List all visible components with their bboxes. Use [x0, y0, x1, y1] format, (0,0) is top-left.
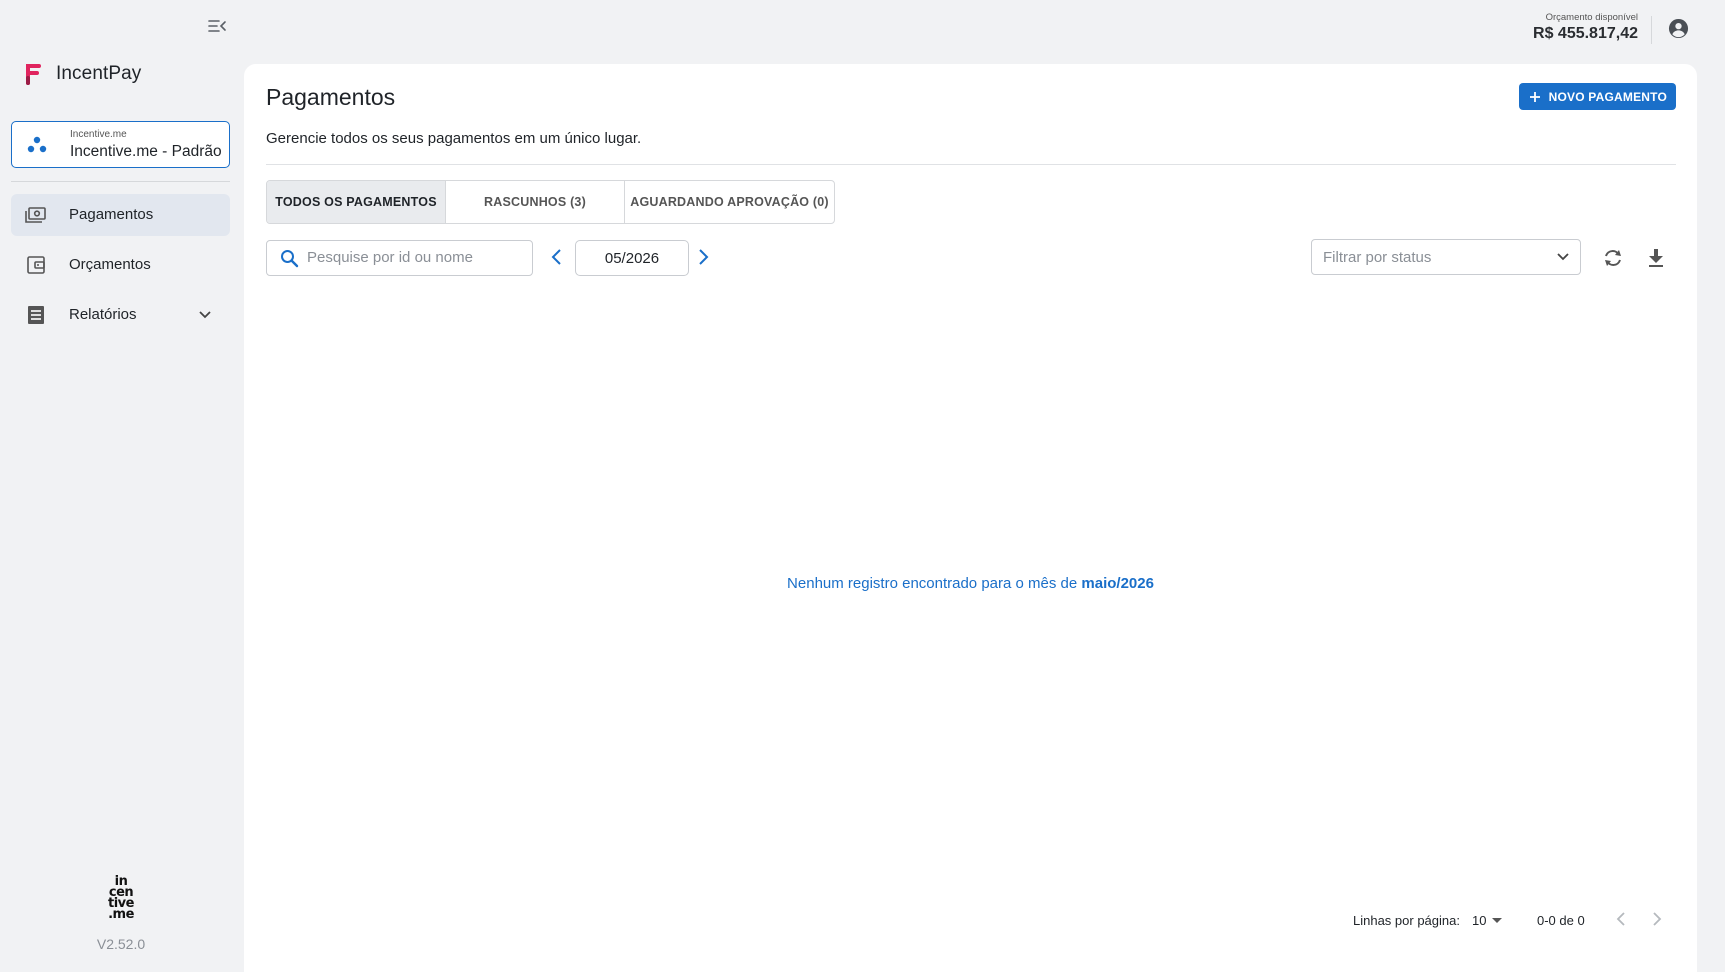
- status-filter-placeholder: Filtrar por status: [1323, 249, 1432, 266]
- payment-tabs: TODOS OS PAGAMENTOS RASCUNHOS (3) AGUARD…: [266, 180, 835, 224]
- tab-todos-pagamentos[interactable]: TODOS OS PAGAMENTOS: [267, 181, 446, 223]
- sidebar-item-pagamentos[interactable]: Pagamentos: [11, 194, 230, 236]
- organization-selector[interactable]: Incentive.me Incentive.me - Padrão: [11, 121, 230, 168]
- month-picker[interactable]: 05/2026: [575, 240, 689, 276]
- empty-state-message: Nenhum registro encontrado para o mês de…: [787, 575, 1154, 592]
- budget-value: R$ 455.817,42: [1533, 25, 1638, 42]
- app-name: IncentPay: [56, 63, 142, 84]
- tab-rascunhos[interactable]: RASCUNHOS (3): [446, 181, 625, 223]
- page-range: 0-0 de 0: [1537, 913, 1585, 928]
- sidebar-item-relatorios[interactable]: Relatórios: [11, 294, 230, 336]
- account-icon[interactable]: [1668, 18, 1689, 39]
- pagination: Linhas por página: 10 0-0 de 0: [244, 905, 1697, 935]
- chevron-left-icon[interactable]: [550, 248, 564, 266]
- chevron-down-icon: [1557, 253, 1569, 261]
- sidebar: IncentPay Incentive.me Incentive.me - Pa…: [0, 0, 242, 972]
- incentpay-logo-icon: [26, 64, 41, 85]
- app-version: V2.52.0: [96, 936, 146, 952]
- rows-per-page-select[interactable]: 10: [1472, 913, 1503, 928]
- search-input[interactable]: [307, 249, 522, 266]
- reports-icon: [28, 306, 44, 324]
- plus-icon: [1529, 91, 1540, 102]
- wallet-icon: [27, 256, 45, 274]
- main-content: Pagamentos Gerencie todos os seus pagame…: [244, 64, 1697, 972]
- new-payment-label: NOVO PAGAMENTO: [1548, 89, 1667, 104]
- sidebar-item-label: Relatórios: [69, 306, 137, 323]
- app-brand[interactable]: IncentPay: [24, 62, 141, 86]
- chevron-right-icon[interactable]: [696, 248, 710, 266]
- rows-per-page-label: Linhas por página:: [1353, 913, 1460, 928]
- refresh-icon[interactable]: [1602, 247, 1624, 269]
- search-icon: [281, 250, 299, 268]
- search-field: [266, 240, 533, 276]
- incentive-me-logo: in cen tive .me: [108, 874, 134, 922]
- collapse-menu-icon[interactable]: [207, 18, 231, 38]
- status-filter-select[interactable]: Filtrar por status: [1311, 239, 1581, 275]
- page-title: Pagamentos: [266, 84, 396, 110]
- page-subtitle: Gerencie todos os seus pagamentos em um …: [266, 130, 642, 147]
- topbar-divider: [1651, 16, 1652, 44]
- organization-icon: [27, 136, 47, 153]
- tab-aguardando-aprovacao[interactable]: AGUARDANDO APROVAÇÃO (0): [625, 181, 834, 223]
- chevron-right-icon[interactable]: [1650, 911, 1664, 927]
- sidebar-item-label: Orçamentos: [69, 256, 151, 273]
- new-payment-button[interactable]: NOVO PAGAMENTO: [1518, 83, 1676, 110]
- sidebar-item-label: Pagamentos: [69, 206, 154, 223]
- empty-state-month: maio/2026: [1081, 575, 1154, 592]
- header-divider: [266, 164, 1676, 165]
- org-name: Incentive.me - Padrão: [70, 143, 222, 160]
- org-parent-label: Incentive.me: [70, 129, 127, 140]
- rows-per-page-value: 10: [1472, 913, 1487, 928]
- chevron-down-icon: [199, 311, 211, 319]
- sidebar-item-orcamentos[interactable]: Orçamentos: [11, 244, 230, 286]
- sidebar-divider: [11, 181, 230, 182]
- budget-label: Orçamento disponível: [1545, 12, 1638, 23]
- chevron-left-icon[interactable]: [1614, 911, 1628, 927]
- payments-icon: [25, 207, 46, 223]
- caret-down-icon: [1492, 917, 1503, 923]
- download-icon[interactable]: [1646, 247, 1666, 269]
